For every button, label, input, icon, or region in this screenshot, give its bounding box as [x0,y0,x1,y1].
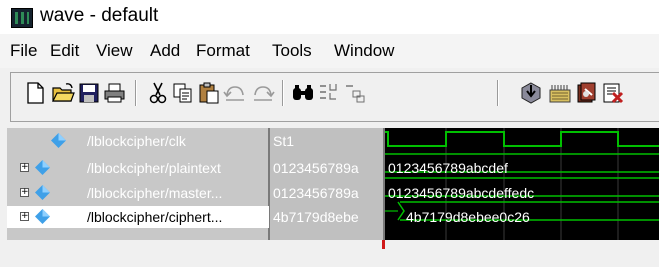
expand-plus-icon[interactable]: + [20,212,29,221]
save-icon[interactable] [76,80,102,106]
menu-add[interactable]: Add [150,41,180,61]
wave-compress-icon[interactable] [316,80,342,106]
find-icon[interactable] [290,80,316,106]
print-icon[interactable] [102,80,128,106]
signal-row-clk[interactable]: /lblockcipher/clk [7,130,269,152]
break-icon[interactable] [600,80,626,106]
wave-window-icon [11,8,33,28]
toolbar [0,68,659,126]
wave-expand-icon[interactable] [342,80,368,106]
toolbar-separator [282,80,284,106]
wave-value-plaintext: 0123456789abcdef [388,160,508,176]
signal-diamond-icon [35,209,50,224]
new-file-icon[interactable] [22,80,48,106]
signal-diamond-icon [51,133,66,148]
toolbar-separator [135,80,137,106]
redo-icon[interactable] [250,80,276,106]
menu-tools[interactable]: Tools [272,41,312,61]
compile-icon[interactable] [547,80,573,106]
menu-edit[interactable]: Edit [50,41,79,61]
dataflow-icon[interactable] [574,80,600,106]
signal-diamond-icon [35,185,50,200]
menu-window[interactable]: Window [334,41,394,61]
cursor-marker[interactable] [382,240,385,249]
simulate-icon[interactable] [518,80,544,106]
time-ruler [0,240,659,267]
wave-value-ciphertext: 4b7179d8ebee0c26 [406,209,530,225]
signal-value-clk: St1 [273,133,295,149]
menu-file[interactable]: File [10,41,37,61]
signal-value-ciphertext: 4b7179d8ebe [273,209,359,225]
signal-diamond-icon [35,160,50,175]
open-folder-icon[interactable] [50,80,76,106]
signal-row-plaintext[interactable]: + /lblockcipher/plaintext [7,157,269,179]
title-bar: wave - default [0,0,659,34]
expand-plus-icon[interactable]: + [20,188,29,197]
cut-icon[interactable] [145,80,171,106]
signal-row-ciphertext[interactable]: + /lblockcipher/ciphert... [7,206,269,228]
wave-value-master: 0123456789abcdeffedc [388,185,535,201]
clk-waveform [384,131,659,147]
signal-name: /lblockcipher/ciphert... [87,209,223,225]
signal-name: /lblockcipher/master... [87,185,223,201]
signal-row-master[interactable]: + /lblockcipher/master... [7,182,269,204]
undo-icon[interactable] [222,80,248,106]
ciphertext-bus-transition [397,201,405,221]
expand-plus-icon[interactable]: + [20,163,29,172]
signal-value-plaintext: 0123456789a [273,160,359,176]
menu-format[interactable]: Format [196,41,250,61]
signal-value-master: 0123456789a [273,185,359,201]
menu-bar: File Edit View Add Format Tools Window [0,34,659,68]
toolbar-separator [497,80,499,106]
copy-icon[interactable] [170,80,196,106]
window-title: wave - default [40,5,159,26]
paste-icon[interactable] [196,80,222,106]
signal-name: /lblockcipher/plaintext [87,160,221,176]
menu-view[interactable]: View [96,41,133,61]
values-wave-divider[interactable] [383,128,385,240]
signal-name: /lblockcipher/clk [87,133,186,149]
